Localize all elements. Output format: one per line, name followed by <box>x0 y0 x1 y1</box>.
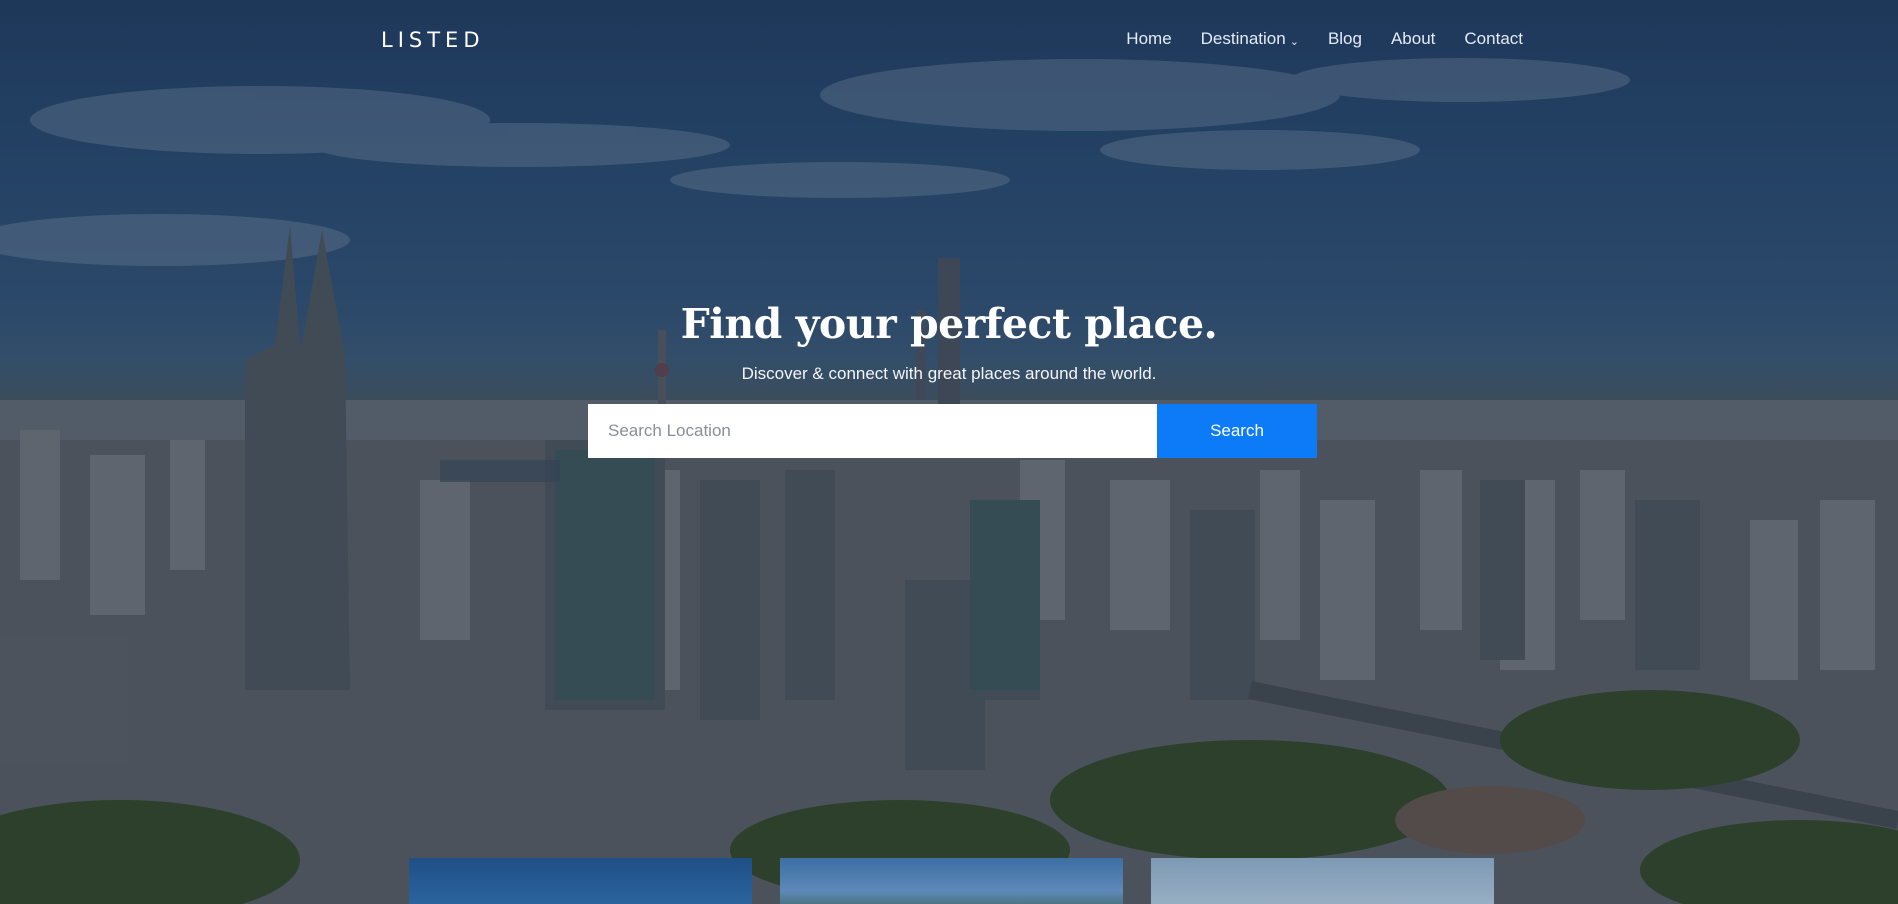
main-nav: Home Destination ⌄ Blog About Contact <box>1126 29 1523 49</box>
chevron-down-icon: ⌄ <box>1289 35 1299 48</box>
hero-title: Find your perfect place. <box>680 300 1218 348</box>
search-location-input[interactable] <box>588 404 1157 458</box>
listing-card-3[interactable] <box>1151 858 1494 904</box>
listing-card-1[interactable] <box>409 858 752 904</box>
hero-subtitle: Discover & connect with great places aro… <box>741 364 1157 383</box>
nav-item-blog[interactable]: Blog <box>1328 29 1362 49</box>
nav-item-label: Blog <box>1327 29 1362 48</box>
nav-item-label: About <box>1390 29 1436 48</box>
search-button[interactable]: Search <box>1157 404 1317 458</box>
top-navbar: LISTED Home Destination ⌄ Blog About Cont… <box>0 0 1898 80</box>
location-search-form: Search <box>588 404 1317 458</box>
nav-item-destination[interactable]: Destination ⌄ <box>1201 29 1299 49</box>
nav-item-home[interactable]: Home <box>1126 29 1171 49</box>
site-logo[interactable]: LISTED <box>381 28 485 52</box>
nav-item-label: Home <box>1126 29 1172 48</box>
nav-item-about[interactable]: About <box>1391 29 1435 49</box>
nav-item-label: Contact <box>1464 29 1523 48</box>
nav-item-contact[interactable]: Contact <box>1464 29 1523 49</box>
nav-item-label: Destination <box>1200 29 1286 48</box>
listing-card-2[interactable] <box>780 858 1123 904</box>
